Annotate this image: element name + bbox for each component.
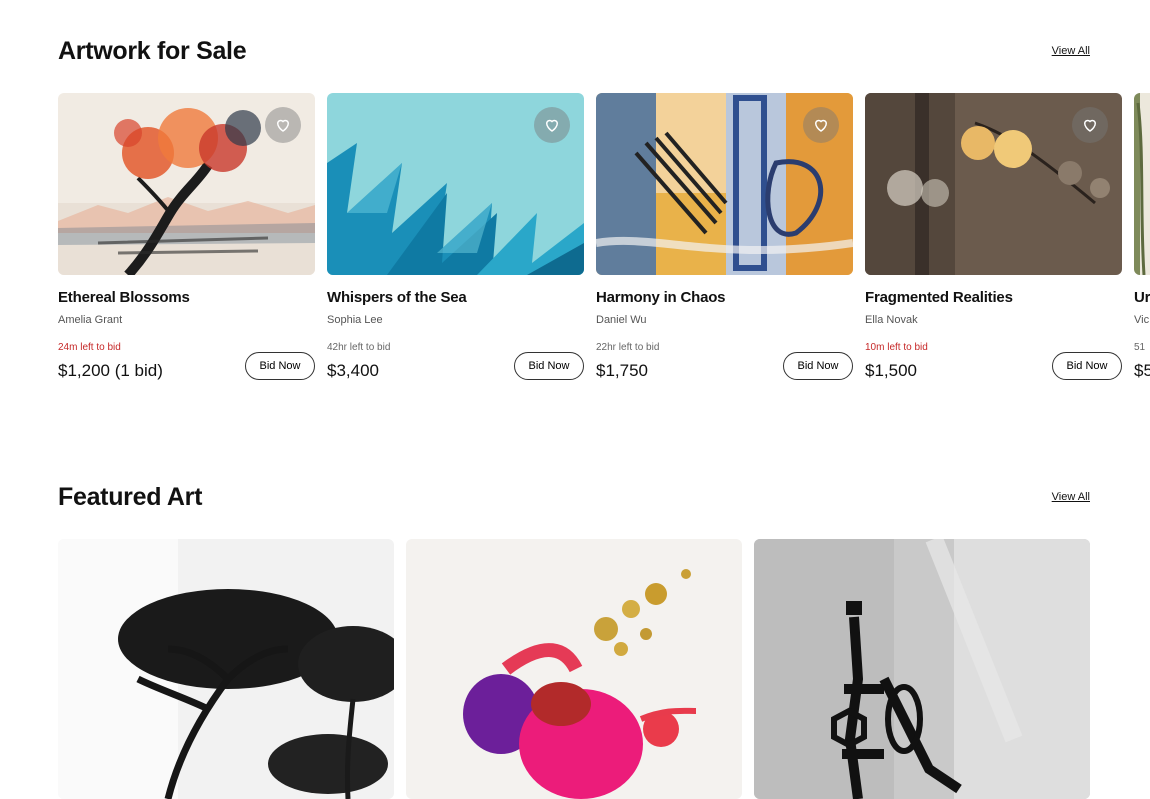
time-left: 51 (1134, 342, 1146, 353)
bid-now-button[interactable]: Bid Now (783, 352, 853, 380)
featured-artwork-image (58, 539, 394, 799)
favorite-button[interactable] (1072, 107, 1108, 143)
artwork-card[interactable]: Ur Vic 51 $5 (1134, 93, 1150, 393)
sale-section-header: Artwork for Sale View All (58, 34, 1090, 68)
featured-artwork-image (754, 539, 1090, 799)
artwork-image[interactable] (58, 93, 315, 275)
heart-icon (1083, 119, 1097, 132)
time-left: 42hr left to bid (327, 342, 391, 353)
artist-name: Vic (1134, 314, 1150, 326)
sale-section-title: Artwork for Sale (58, 36, 247, 65)
artist-name: Daniel Wu (596, 314, 647, 326)
featured-grid (58, 539, 1090, 799)
favorite-button[interactable] (265, 107, 301, 143)
artwork-card[interactable]: Fragmented Realities Ella Novak 10m left… (865, 93, 1122, 393)
artist-name: Amelia Grant (58, 314, 123, 326)
artwork-title[interactable]: Harmony in Chaos (596, 289, 726, 306)
featured-artwork-card[interactable] (58, 539, 394, 799)
artist-name: Sophia Lee (327, 314, 383, 326)
price: $1,750 (596, 361, 648, 380)
time-left: 24m left to bid (58, 342, 121, 353)
favorite-button[interactable] (534, 107, 570, 143)
sale-carousel[interactable]: Ethereal Blossoms Amelia Grant 24m left … (58, 93, 1150, 393)
price: $1,500 (865, 361, 917, 380)
artist-name: Ella Novak (865, 314, 918, 326)
artwork-card[interactable]: Ethereal Blossoms Amelia Grant 24m left … (58, 93, 315, 393)
bid-now-button[interactable]: Bid Now (245, 352, 315, 380)
heart-icon (814, 119, 828, 132)
featured-artwork-card[interactable] (754, 539, 1090, 799)
price: $5 (1134, 361, 1150, 380)
price: $1,200 (1 bid) (58, 361, 163, 380)
featured-section-header: Featured Art View All (58, 480, 1090, 514)
bid-now-button[interactable]: Bid Now (514, 352, 584, 380)
artwork-title[interactable]: Ur (1134, 289, 1150, 306)
artwork-card[interactable]: Harmony in Chaos Daniel Wu 22hr left to … (596, 93, 853, 393)
bid-now-button[interactable]: Bid Now (1052, 352, 1122, 380)
heart-icon (545, 119, 559, 132)
artwork-title[interactable]: Fragmented Realities (865, 289, 1013, 306)
heart-icon (276, 119, 290, 132)
featured-view-all-link[interactable]: View All (1052, 491, 1090, 503)
featured-artwork-image (406, 539, 742, 799)
featured-artwork-card[interactable] (406, 539, 742, 799)
artwork-image[interactable] (1134, 93, 1150, 275)
time-left: 22hr left to bid (596, 342, 660, 353)
artwork-image[interactable] (596, 93, 853, 275)
artwork-image[interactable] (865, 93, 1122, 275)
sale-view-all-link[interactable]: View All (1052, 45, 1090, 57)
artwork-title[interactable]: Whispers of the Sea (327, 289, 467, 306)
featured-section-title: Featured Art (58, 482, 203, 511)
time-left: 10m left to bid (865, 342, 928, 353)
artwork-card[interactable]: Whispers of the Sea Sophia Lee 42hr left… (327, 93, 584, 393)
price: $3,400 (327, 361, 379, 380)
artwork-image[interactable] (327, 93, 584, 275)
favorite-button[interactable] (803, 107, 839, 143)
artwork-title[interactable]: Ethereal Blossoms (58, 289, 190, 306)
